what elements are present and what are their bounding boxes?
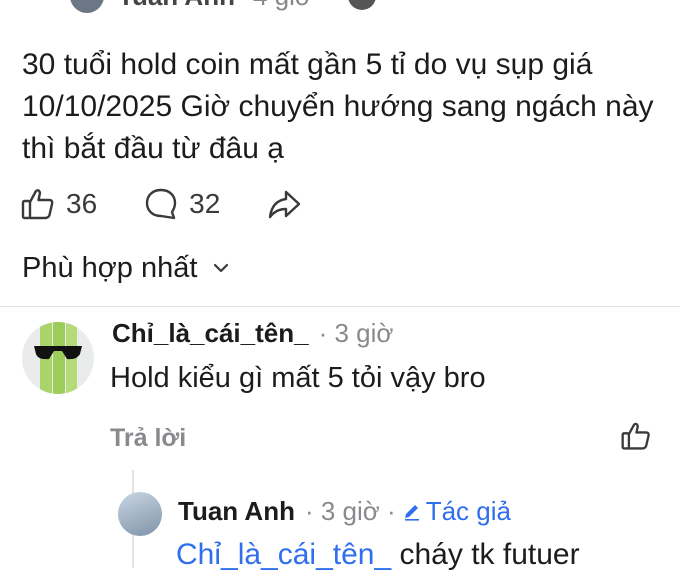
like-button[interactable]: 36: [20, 186, 97, 222]
celery-sunglasses-avatar: [34, 322, 82, 394]
comment-bubble-icon: [145, 188, 177, 220]
timestamp: · 3 giờ: [318, 317, 394, 348]
avatar[interactable]: [22, 322, 94, 394]
author-badge-label: Tác giả: [425, 495, 511, 526]
author-name[interactable]: Chỉ_là_cái_tên_: [112, 318, 309, 349]
share-button[interactable]: [266, 186, 312, 222]
author-name[interactable]: Tuan Anh: [178, 496, 295, 527]
comment-header: Chỉ_là_cái_tên_ · 3 giờ: [112, 316, 393, 350]
previous-comment-header: Tuan Anh 4 giờ: [70, 0, 376, 13]
reply-body: cháy tk futuer: [391, 538, 580, 571]
reply-button[interactable]: Trả lời: [110, 424, 186, 453]
more-options-icon[interactable]: [347, 0, 376, 10]
reply-text: Chỉ_là_cái_tên_ cháy tk futuer: [176, 538, 580, 572]
post-text: 30 tuổi hold coin mất gần 5 tỉ do vụ sụp…: [22, 48, 654, 165]
timestamp: · 3 giờ ·: [304, 495, 396, 526]
comment-count: 32: [189, 188, 221, 219]
pencil-icon: [404, 505, 419, 521]
thumbs-up-icon: [21, 189, 54, 220]
share-arrow-icon: [269, 190, 301, 219]
timestamp: 4 giờ: [253, 0, 312, 12]
sort-dropdown[interactable]: Phù hợp nhất: [22, 248, 231, 288]
divider: [0, 306, 680, 307]
sort-label: Phù hợp nhất: [22, 251, 198, 284]
mention-link[interactable]: Chỉ_là_cái_tên_: [176, 538, 391, 571]
author-name[interactable]: Tuan Anh: [118, 0, 235, 12]
thumbs-up-icon[interactable]: [620, 420, 652, 452]
chevron-down-icon: [214, 263, 229, 273]
comment-button[interactable]: 32: [143, 186, 220, 222]
like-count: 36: [66, 188, 98, 219]
comment-text: Hold kiểu gì mất 5 tỏi vậy bro: [110, 362, 486, 394]
author-badge: Tác giả: [402, 496, 511, 527]
avatar[interactable]: [118, 492, 162, 536]
post-actions: 36 32: [20, 184, 358, 224]
avatar[interactable]: [70, 0, 104, 13]
reply-header: Tuan Anh · 3 giờ · Tác giả: [178, 494, 511, 528]
